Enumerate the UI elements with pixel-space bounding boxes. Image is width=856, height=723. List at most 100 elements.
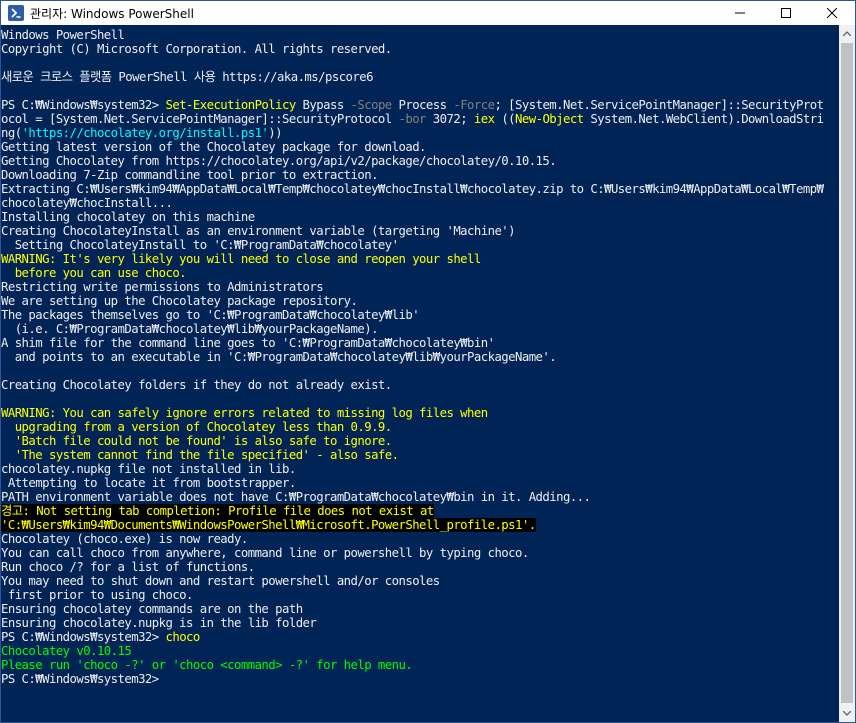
console-text: Setting ChocolateyInstall to 'C:₩Program… xyxy=(1,238,399,252)
console-text: Ensuring chocolatey.nupkg is in the lib … xyxy=(1,616,317,630)
console-line: PS C:₩Windows₩system32> choco xyxy=(1,630,200,644)
chevron-up-icon xyxy=(843,31,851,36)
console-line: WARNING: You can safely ignore errors re… xyxy=(1,406,488,420)
console-line: Copyright (C) Microsoft Corporation. All… xyxy=(1,42,392,56)
console-line: Windows PowerShell xyxy=(1,28,125,42)
console-text: Chocolatey (choco.exe) is now ready. xyxy=(1,532,248,546)
console-line: Chocolatey (choco.exe) is now ready. xyxy=(1,532,248,546)
console-line: 경고: Not setting tab completion: Profile … xyxy=(1,504,434,518)
console-line: 'Batch file could not be found' is also … xyxy=(1,434,393,448)
console-text: iex xyxy=(473,112,495,126)
console-text: Process xyxy=(391,98,454,112)
console-text: You may need to shut down and restart po… xyxy=(1,574,440,588)
console-text: 'https://chocolatey.org/install.ps1' xyxy=(21,126,269,140)
console-line: Getting latest version of the Chocolatey… xyxy=(1,140,426,154)
console-text: PS C:₩Windows₩system32> xyxy=(1,672,159,686)
console-line: 'C:₩Users₩kim94₩Documents₩WindowsPowerSh… xyxy=(1,518,536,532)
console-text: Extracting C:₩Users₩kim94₩AppData₩Local₩… xyxy=(1,182,824,196)
maximize-button[interactable] xyxy=(763,1,809,25)
console-text: Getting Chocolatey from https://chocolat… xyxy=(1,154,557,168)
console-line: upgrading from a version of Chocolatey l… xyxy=(1,420,393,434)
console-line: PS C:₩Windows₩system32> Set-ExecutionPol… xyxy=(1,98,824,112)
chevron-down-icon xyxy=(843,711,851,716)
console-line: Ensuring chocolatey.nupkg is in the lib … xyxy=(1,616,317,630)
console-text: Please run 'choco -?' or 'choco <command… xyxy=(1,658,413,672)
console-text: (i.e. C:₩ProgramData₩chocolatey₩lib₩your… xyxy=(1,322,379,336)
console-text: The packages themselves go to 'C:₩Progra… xyxy=(1,308,420,322)
console-line: Setting ChocolateyInstall to 'C:₩Program… xyxy=(1,238,399,252)
console-line: 'The system cannot find the file specifi… xyxy=(1,448,399,462)
console-line: 새로운 크로스 플랫폼 PowerShell 사용 https://aka.ms… xyxy=(1,70,374,84)
console-text: )) xyxy=(268,126,283,140)
console-line: (i.e. C:₩ProgramData₩chocolatey₩lib₩your… xyxy=(1,322,379,336)
console-text: choco xyxy=(165,630,200,644)
console-line: Restricting write permissions to Adminis… xyxy=(1,280,324,294)
console-text: PS C:₩Windows₩system32> xyxy=(1,630,166,644)
console-text: Run choco /? for a list of functions. xyxy=(1,560,255,574)
console-text: Set-ExecutionPolicy xyxy=(165,98,296,112)
console-text: You can call choco from anywhere, comman… xyxy=(1,546,529,560)
console-text: Copyright (C) Microsoft Corporation. All… xyxy=(1,42,392,56)
console-line: Extracting C:₩Users₩kim94₩AppData₩Local₩… xyxy=(1,182,824,196)
console-text: 새로운 크로스 플랫폼 PowerShell 사용 https://aka.ms… xyxy=(1,70,374,84)
window-title: 관리자: Windows PowerShell xyxy=(30,6,194,21)
console-text: (( xyxy=(494,112,516,126)
console-line: We are setting up the Chocolatey package… xyxy=(1,294,358,308)
scroll-down-button[interactable] xyxy=(839,705,855,722)
title-bar[interactable]: 관리자: Windows PowerShell xyxy=(1,1,855,25)
console-text: Downloading 7-Zip commandline tool prior… xyxy=(1,168,378,182)
console-text: ng( xyxy=(1,126,22,140)
console-text: PS C:₩Windows₩system32> xyxy=(1,98,166,112)
console-line: The packages themselves go to 'C:₩Progra… xyxy=(1,308,420,322)
console-text: 3072; xyxy=(425,112,474,126)
console-text: System.Net.WebClient).DownloadStri xyxy=(583,112,824,126)
scrollbar-thumb[interactable] xyxy=(841,43,853,703)
console-output[interactable]: Windows PowerShell Copyright (C) Microsof… xyxy=(1,25,839,722)
console-text: upgrading from a version of Chocolatey l… xyxy=(1,420,393,434)
console-text: ocol = [System.Net.ServicePointManager]:… xyxy=(1,112,399,126)
console-line: Run choco /? for a list of functions. xyxy=(1,560,255,574)
minimize-button[interactable] xyxy=(717,1,763,25)
console-line: Ensuring chocolatey commands are on the … xyxy=(1,602,303,616)
scroll-up-button[interactable] xyxy=(839,25,855,42)
console-line: Creating Chocolatey folders if they do n… xyxy=(1,378,392,392)
console-line: Please run 'choco -?' or 'choco <command… xyxy=(1,658,413,672)
console-text: Restricting write permissions to Adminis… xyxy=(1,280,324,294)
console-line: A shim file for the command line goes to… xyxy=(1,336,495,350)
console-text: New-Object xyxy=(515,112,584,126)
console-line: Downloading 7-Zip commandline tool prior… xyxy=(1,168,378,182)
console-line: PS C:₩Windows₩system32> xyxy=(1,672,159,686)
powershell-icon xyxy=(8,5,24,21)
console-text: Windows PowerShell xyxy=(1,28,125,42)
console-text: first prior to using choco. xyxy=(1,588,194,602)
window-controls xyxy=(717,1,855,25)
console-text: 'C:₩Users₩kim94₩Documents₩WindowsPowerSh… xyxy=(1,518,536,532)
powershell-window: 관리자: Windows PowerShell Windows PowerShe… xyxy=(0,0,856,723)
maximize-icon xyxy=(781,8,791,18)
console-text: Creating Chocolatey folders if they do n… xyxy=(1,378,392,392)
console-text: chocolatey.nupkg file not installed in l… xyxy=(1,462,296,476)
console-text: Attempting to locate it from bootstrappe… xyxy=(1,476,296,490)
close-icon xyxy=(827,8,837,18)
console-text: PATH environment variable does not have … xyxy=(1,490,591,504)
console-text: Getting latest version of the Chocolatey… xyxy=(1,140,426,154)
console-text: Bypass xyxy=(295,98,351,112)
console-line: Getting Chocolatey from https://chocolat… xyxy=(1,154,557,168)
console-text: -bor xyxy=(398,112,427,126)
close-button[interactable] xyxy=(809,1,855,25)
console-text: chocolatey₩chocInstall... xyxy=(1,196,173,210)
console-line: Chocolatey v0.10.15 xyxy=(1,644,132,658)
console-text: A shim file for the command line goes to… xyxy=(1,336,495,350)
console-text: ; [System.Net.ServicePointManager]::Secu… xyxy=(494,98,824,112)
console-text: 경고: Not setting tab completion: Profile … xyxy=(1,504,434,518)
console-line: Creating ChocolateyInstall as an environ… xyxy=(1,224,516,238)
vertical-scrollbar[interactable] xyxy=(839,25,855,722)
console-line: and points to an executable in 'C:₩Progr… xyxy=(1,350,557,364)
console-line: ng('https://chocolatey.org/install.ps1')… xyxy=(1,126,283,140)
console-line: chocolatey.nupkg file not installed in l… xyxy=(1,462,296,476)
console-line: Attempting to locate it from bootstrappe… xyxy=(1,476,296,490)
console-line: first prior to using choco. xyxy=(1,588,194,602)
console-line: You may need to shut down and restart po… xyxy=(1,574,440,588)
console-line: before you can use choco. xyxy=(1,266,187,280)
console-text: We are setting up the Chocolatey package… xyxy=(1,294,358,308)
